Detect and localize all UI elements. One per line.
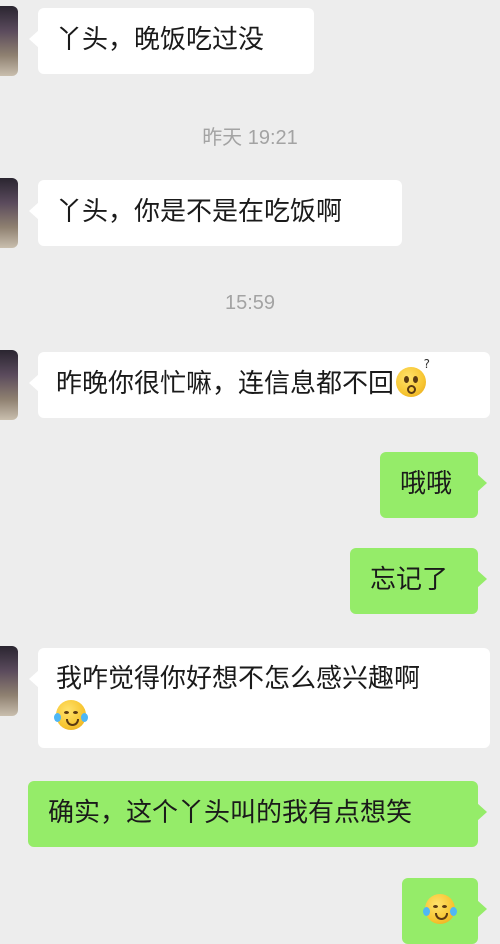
outgoing-message-bubble[interactable]: 忘记了 xyxy=(350,548,487,614)
message-text: 丫头，你是不是在吃饭啊 xyxy=(56,197,343,227)
message-text: 哦哦 xyxy=(400,469,453,499)
contact-avatar[interactable] xyxy=(0,178,18,248)
outgoing-message-bubble[interactable]: 哦哦 xyxy=(380,452,487,518)
outgoing-message-bubble[interactable] xyxy=(402,878,487,944)
timestamp: 15:59 xyxy=(224,292,276,314)
message-text: 确实，这个丫头叫的我有点想笑 xyxy=(48,798,413,828)
crying-laughing-emoji-icon xyxy=(54,700,88,730)
contact-avatar[interactable] xyxy=(0,646,18,716)
message-text: 我咋觉得你好想不怎么感兴趣啊 xyxy=(56,664,421,694)
incoming-message-bubble[interactable]: 丫头，你是不是在吃饭啊 xyxy=(29,180,402,246)
message-text: 丫头，晚饭吃过没 xyxy=(56,25,265,55)
outgoing-message-bubble[interactable]: 确实，这个丫头叫的我有点想笑 xyxy=(28,781,487,847)
message-text: 忘记了 xyxy=(370,565,449,595)
incoming-message-bubble[interactable]: 昨晚你很忙嘛，连信息都不回? xyxy=(29,352,490,418)
message-text: 昨晚你很忙嘛，连信息都不回 xyxy=(56,369,395,399)
crying-laughing-emoji-icon xyxy=(423,894,457,924)
thinking-face-emoji-icon: ? xyxy=(396,358,430,397)
incoming-message-bubble[interactable]: 丫头，晚饭吃过没 xyxy=(29,8,314,74)
contact-avatar[interactable] xyxy=(0,350,18,420)
timestamp: 昨天 19:21 xyxy=(202,127,298,149)
incoming-message-bubble[interactable]: 我咋觉得你好想不怎么感兴趣啊 xyxy=(29,648,490,748)
chat-conversation: 丫头，晚饭吃过没 昨天 19:21 丫头，你是不是在吃饭啊 15:59 昨晚你很… xyxy=(0,0,500,944)
contact-avatar[interactable] xyxy=(0,6,18,76)
